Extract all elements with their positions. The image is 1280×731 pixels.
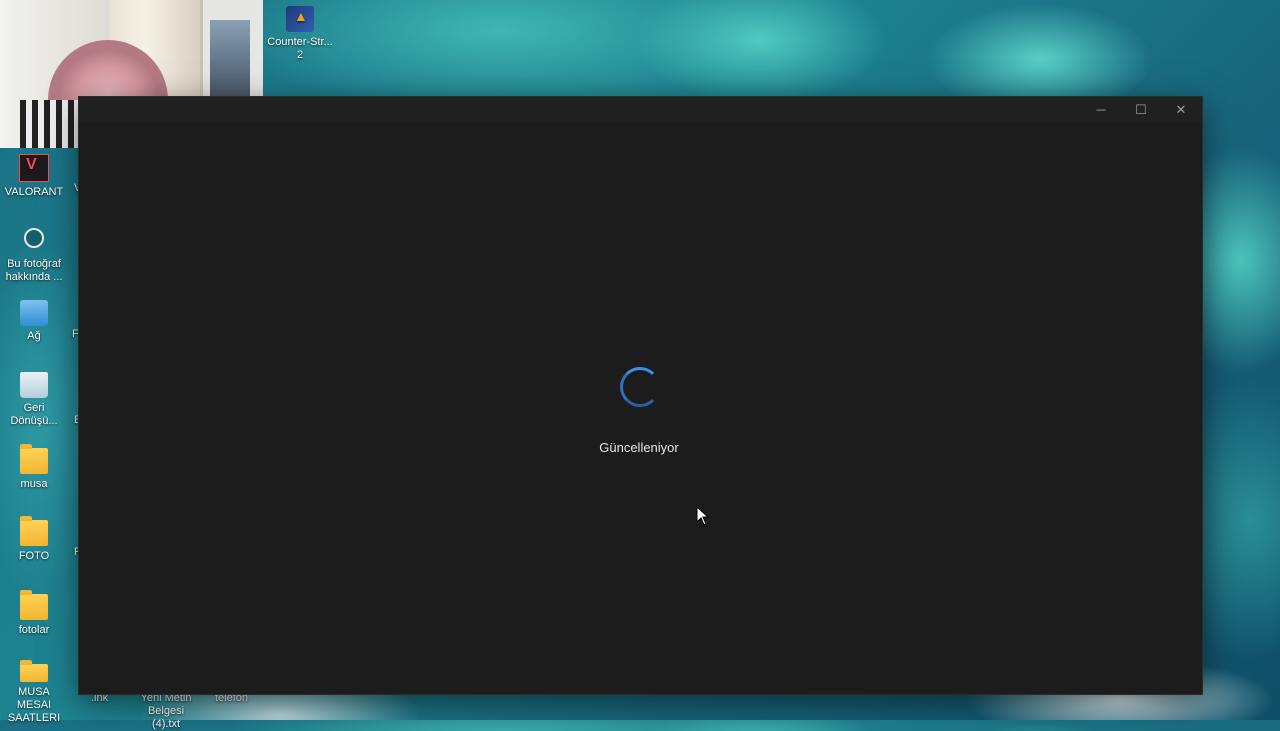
desktop-icon-photo-info[interactable]: Bu fotoğraf hakkında ... (0, 228, 68, 284)
desktop-icon-valorant[interactable]: VALORANT (0, 154, 68, 199)
desktop-icon-label: VALORANT (4, 186, 64, 198)
desktop-icon-label: FOTO (18, 550, 50, 562)
maximize-button[interactable]: ☐ (1121, 97, 1161, 123)
desktop-icon-text-file-label[interactable]: Yeni Metin Belgesi (4).txt (134, 692, 198, 731)
status-text: Güncelleniyor (599, 440, 679, 455)
desktop-icon-musa[interactable]: musa (0, 444, 68, 491)
folder-icon (20, 660, 48, 682)
valorant-icon (19, 154, 49, 182)
folder-icon (20, 516, 48, 546)
network-icon (20, 300, 48, 326)
desktop-icon-recycle-bin[interactable]: Geri Dönüşü... (0, 372, 68, 428)
desktop-icon-counter-strike[interactable]: Counter-Str... 2 (266, 6, 334, 62)
folder-icon (20, 590, 48, 620)
desktop-icon-musa-mesai[interactable]: MUSA MESAI SAATLERI (0, 660, 68, 725)
folder-icon (20, 444, 48, 474)
desktop-icon-label: Bu fotoğraf hakkında ... (5, 258, 63, 283)
desktop-icon-label: musa (20, 478, 48, 490)
counter-strike-icon (286, 6, 314, 32)
desktop-icon-label: Counter-Str... 2 (267, 36, 333, 61)
desktop-icon-label: Geri Dönüşü... (10, 402, 58, 427)
desktop-icon-fotolar[interactable]: fotolar (0, 590, 68, 637)
updating-app-window: ─ ☐ ✕ Güncelleniyor (78, 96, 1203, 695)
window-titlebar[interactable]: ─ ☐ ✕ (79, 97, 1202, 123)
desktop-icon-network[interactable]: Ağ (0, 300, 68, 343)
desktop-icon-label: fotolar (18, 624, 50, 636)
close-button[interactable]: ✕ (1161, 97, 1201, 123)
desktop-icon-foto[interactable]: FOTO (0, 516, 68, 563)
loading-spinner-icon (620, 367, 660, 407)
desktop-icon-label: MUSA MESAI SAATLERI (7, 686, 61, 724)
recycle-bin-icon (20, 372, 48, 398)
photo-info-icon (20, 228, 48, 254)
desktop-icon-label: Ağ (27, 330, 41, 342)
minimize-button[interactable]: ─ (1081, 97, 1121, 123)
